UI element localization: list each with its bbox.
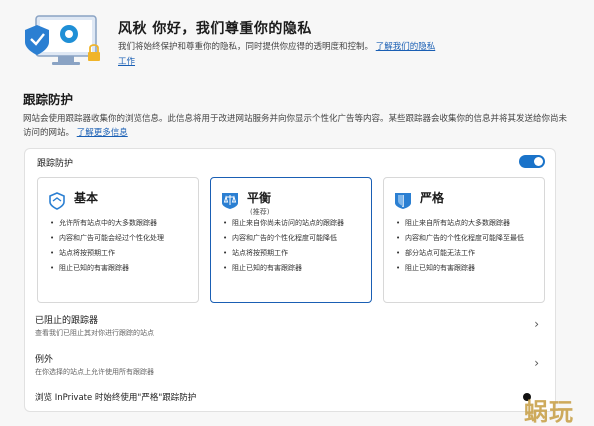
watermark-logo: 蜗玩 (524, 398, 574, 426)
list-item: 站点将按预期工作 (223, 248, 368, 258)
list-item: 部分站点可能无法工作 (396, 248, 541, 258)
blocked-trackers-subtitle: 查看我们已阻止其对你进行跟踪的站点 (35, 329, 154, 337)
privacy-description-text: 我们将始终保护和尊重你的隐私，同时提供你应得的透明度和控制。 (118, 42, 374, 52)
privacy-hero: 风秋 你好，我们尊重你的隐私 我们将始终保护和尊重你的隐私，同时提供你应得的透明… (20, 14, 580, 72)
chevron-right-icon: › (534, 317, 539, 331)
inprivate-strict-label: 浏览 InPrivate 时始终使用"严格"跟踪防护 (35, 393, 197, 403)
list-item: 阻止已知的有害跟踪器 (396, 263, 541, 273)
tracking-prevention-panel: 跟踪防护 基本 允许所有站点中的大多数跟踪器 内容和广告可能会经过个性化处理 站… (24, 148, 556, 412)
card-basic-title: 基本 (74, 191, 99, 205)
exceptions-row[interactable]: 例外 在你选择的站点上允许使用所有跟踪器 › (25, 350, 555, 390)
privacy-illustration-icon (25, 15, 100, 65)
learn-privacy-link-text-2: 工作 (118, 57, 136, 67)
card-strict-list: 阻止来自所有站点的大多数跟踪器 内容和广告的个性化程度可能降至最低 部分站点可能… (396, 218, 541, 278)
card-balanced-list: 阻止来自你尚未访问的站点的跟踪器 内容和广告的个性化程度可能降低 站点将按预期工… (223, 218, 368, 278)
list-item: 内容和广告的个性化程度可能降至最低 (396, 233, 541, 243)
list-item: 内容和广告的个性化程度可能降低 (223, 233, 368, 243)
privacy-description: 我们将始终保护和尊重你的隐私，同时提供你应得的透明度和控制。 了解我们的隐私工作 (118, 40, 478, 70)
list-item: 阻止已知的有害跟踪器 (50, 263, 195, 273)
exceptions-subtitle: 在你选择的站点上允许使用所有跟踪器 (35, 368, 154, 376)
shield-icon (395, 193, 411, 209)
card-basic[interactable]: 基本 允许所有站点中的大多数跟踪器 内容和广告可能会经过个性化处理 站点将按预期… (37, 177, 199, 303)
learn-more-link[interactable]: 了解更多信息 (77, 128, 128, 138)
blocked-trackers-title: 已阻止的跟踪器 (35, 316, 99, 326)
card-balanced-recommended: (推荐) (250, 208, 270, 216)
chevron-right-icon: › (534, 356, 539, 370)
card-balanced-title: 平衡 (247, 191, 272, 205)
list-item: 站点将按预期工作 (50, 248, 195, 258)
scale-outline-icon (49, 192, 65, 210)
tracking-toggle[interactable] (519, 155, 545, 168)
privacy-heading: 风秋 你好，我们尊重你的隐私 (118, 21, 312, 37)
tracking-section-title: 跟踪防护 (23, 92, 74, 107)
list-item: 允许所有站点中的大多数跟踪器 (50, 218, 195, 228)
card-strict-title: 严格 (420, 191, 445, 205)
exceptions-title: 例外 (35, 355, 54, 365)
tracking-toggle-label: 跟踪防护 (37, 159, 74, 169)
list-item: 阻止已知的有害跟踪器 (223, 263, 368, 273)
tracking-section-description: 网站会使用跟踪器收集你的浏览信息。此信息将用于改进网站服务并向你显示个性化广告等… (23, 112, 573, 140)
list-item: 内容和广告可能会经过个性化处理 (50, 233, 195, 243)
balance-icon (222, 193, 238, 209)
list-item: 阻止来自你尚未访问的站点的跟踪器 (223, 218, 368, 228)
card-strict[interactable]: 严格 阻止来自所有站点的大多数跟踪器 内容和广告的个性化程度可能降至最低 部分站… (383, 177, 545, 303)
card-basic-list: 允许所有站点中的大多数跟踪器 内容和广告可能会经过个性化处理 站点将按预期工作 … (50, 218, 195, 278)
blocked-trackers-row[interactable]: 已阻止的跟踪器 查看我们已阻止其对你进行跟踪的站点 › (25, 311, 555, 351)
list-item: 阻止来自所有站点的大多数跟踪器 (396, 218, 541, 228)
card-balanced[interactable]: 平衡 (推荐) 阻止来自你尚未访问的站点的跟踪器 内容和广告的个性化程度可能降低… (210, 177, 372, 303)
learn-privacy-link-text-1: 了解我们的隐私 (375, 42, 436, 52)
